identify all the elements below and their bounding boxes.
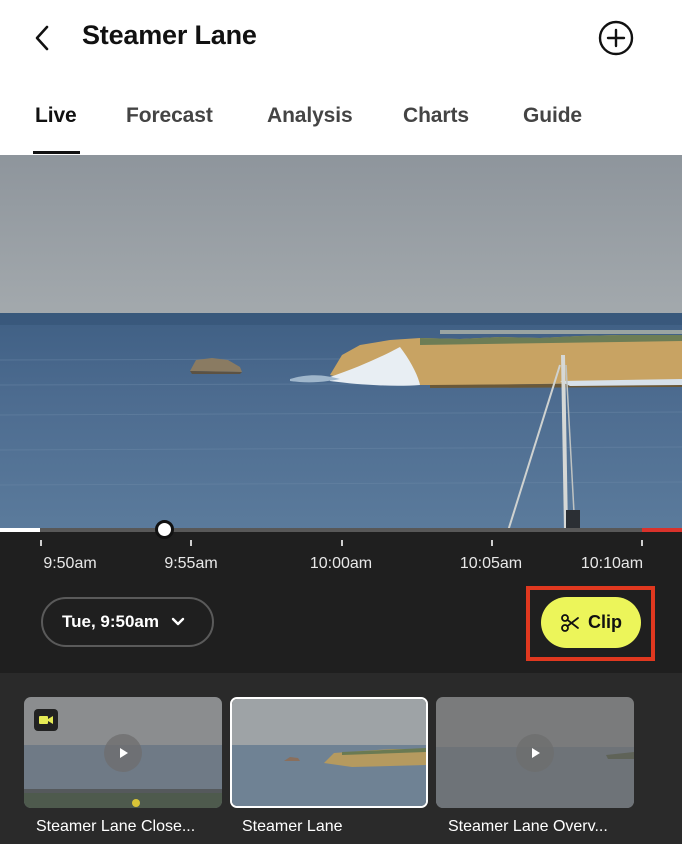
header: Steamer Lane <box>0 0 682 78</box>
page-title: Steamer Lane <box>82 20 257 50</box>
timeline-tick-label: 9:55am <box>164 555 218 572</box>
play-icon <box>516 734 554 772</box>
timeline-progress <box>0 528 40 532</box>
timeline-tick <box>40 540 42 546</box>
clip-button-label: Clip <box>588 612 622 632</box>
clip-button[interactable]: Clip <box>541 597 641 648</box>
timeline-tick-label: 9:50am <box>43 555 97 572</box>
timeline-tick-label: 10:05am <box>459 555 523 572</box>
camera-selector: Steamer Lane Close... Steamer Lane Steam… <box>0 673 682 844</box>
timeline-tick-label: 10:10am <box>580 555 644 572</box>
scissors-icon <box>561 613 579 632</box>
camera-card-overview[interactable] <box>436 697 634 808</box>
timeline-tick <box>641 540 643 546</box>
timeline-panel: 9:50am 9:55am 10:00am 10:05am 10:10am Tu… <box>0 520 682 673</box>
camera-label: Steamer Lane Close... <box>36 818 196 835</box>
video-camera-icon <box>34 709 58 731</box>
tab-live[interactable]: Live <box>35 104 77 128</box>
chevron-left-icon <box>35 25 49 51</box>
tab-analysis[interactable]: Analysis <box>267 104 353 128</box>
live-cam-video[interactable] <box>0 155 682 531</box>
back-button[interactable] <box>22 18 62 58</box>
timeline-tick-label: 10:00am <box>309 555 373 572</box>
tab-charts[interactable]: Charts <box>403 104 469 128</box>
timeline-tick <box>491 540 493 546</box>
camera-label: Steamer Lane <box>242 818 343 835</box>
camera-thumbnail <box>232 699 426 806</box>
selected-time-label: Tue, 9:50am <box>62 612 160 631</box>
camera-card-main[interactable] <box>230 697 428 808</box>
tab-guide[interactable]: Guide <box>523 104 582 128</box>
active-tab-indicator <box>33 151 80 154</box>
chevron-down-icon <box>171 617 185 627</box>
timeline-scrubber[interactable] <box>0 528 682 532</box>
live-edge-indicator <box>642 528 682 532</box>
add-favorite-button[interactable] <box>596 18 636 58</box>
tab-bar: Live Forecast Analysis Charts Guide <box>0 78 682 155</box>
camera-card-close[interactable] <box>24 697 222 808</box>
play-icon <box>104 734 142 772</box>
camera-label: Steamer Lane Overv... <box>448 818 608 835</box>
time-picker-button[interactable]: Tue, 9:50am <box>41 597 214 647</box>
timeline-tick <box>190 540 192 546</box>
timeline-tick <box>341 540 343 546</box>
scrubber-handle[interactable] <box>155 520 174 539</box>
tab-forecast[interactable]: Forecast <box>126 104 213 128</box>
plus-circle-icon <box>598 20 634 56</box>
surf-cam-image <box>0 155 682 531</box>
